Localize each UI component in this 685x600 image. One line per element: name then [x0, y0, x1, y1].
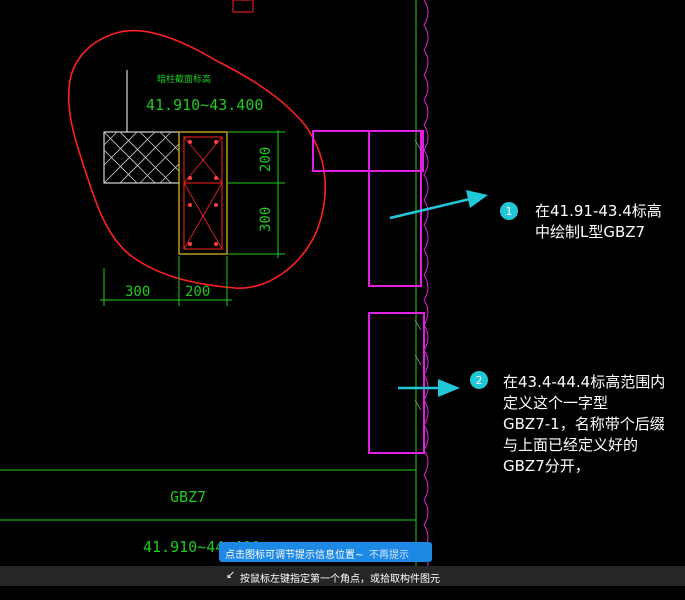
arrow-1	[389, 190, 488, 220]
detail-title: 暗柱截面标高	[157, 73, 211, 85]
dim-300-vertical: 300	[258, 207, 274, 232]
dim-300-horizontal: 300	[125, 284, 150, 300]
arrow-2	[398, 379, 460, 397]
top-red-marker	[232, 0, 254, 13]
detail-elevation: 41.910~43.400	[146, 96, 263, 114]
hint-tooltip[interactable]: 点击图标可调节提示信息位置~ 不再提示	[219, 542, 432, 562]
status-prompt: 按鼠标左键指定第一个角点，或拾取构件图元	[240, 574, 440, 585]
annotation-1: 在41.91-43.4标高 中绘制L型GBZ7	[535, 201, 662, 243]
badge-2-label: 2	[476, 374, 483, 387]
horizontal-dimensions	[100, 256, 232, 306]
annotation-1-line-1: 在41.91-43.4标高	[535, 202, 662, 220]
annotation-2-line-5: GBZ7分开，	[503, 457, 590, 475]
hint-tooltip-message: 点击图标可调节提示信息位置~	[225, 550, 364, 561]
annotation-2-line-2: 定义这个一字型	[503, 394, 609, 412]
dim-200-vertical: 200	[258, 147, 274, 172]
l-gbz7-selection[interactable]	[312, 130, 424, 287]
hint-dismiss-link[interactable]: 不再提示	[369, 546, 409, 561]
cad-drawing-canvas[interactable]: 暗柱截面标高 41.910~43.400 200 300 300 200 1 2…	[0, 0, 685, 600]
column-name-label: GBZ7	[170, 488, 206, 506]
annotation-2: 在43.4-44.4标高范围内 定义这个一字型 GBZ7-1，名称带个后缀 与上…	[503, 372, 683, 477]
annotation-2-line-3: GBZ7-1，名称带个后缀	[503, 415, 665, 433]
annotation-2-line-1: 在43.4-44.4标高范围内	[503, 373, 666, 391]
vertical-dimensions	[228, 130, 285, 258]
badge-1-label: 1	[506, 205, 513, 218]
dim-200-horizontal: 200	[185, 284, 210, 300]
annotation-2-line-4: 与上面已经定义好的	[503, 436, 639, 454]
l-column-section	[103, 131, 228, 255]
annotation-1-line-2: 中绘制L型GBZ7	[535, 223, 646, 241]
command-status-bar: ↙ 按鼠标左键指定第一个角点，或拾取构件图元	[0, 566, 685, 586]
cursor-pick-icon: ↙	[226, 568, 236, 581]
bottom-section-lines	[0, 469, 416, 521]
scalloped-edge	[423, 0, 429, 576]
